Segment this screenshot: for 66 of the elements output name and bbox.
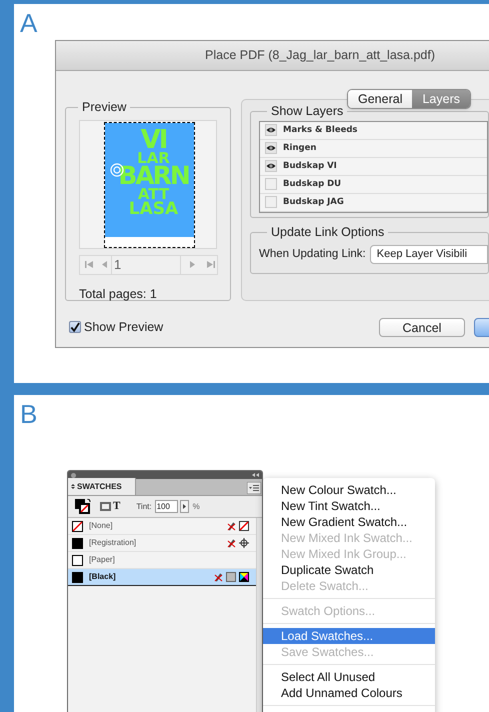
- tint-field[interactable]: 100: [154, 500, 178, 513]
- no-edit-icon: [214, 572, 223, 582]
- swatch-name: [Registration]: [89, 537, 136, 549]
- swatch-row[interactable]: [Paper]: [68, 552, 256, 569]
- none-swatch-icon: [72, 520, 83, 532]
- fill-stroke-icon[interactable]: [75, 498, 91, 514]
- close-icon[interactable]: [71, 472, 76, 478]
- window-title: Place PDF (8_Jag_lar_barn_att_lasa.pdf): [205, 47, 435, 64]
- layer-name: Budskap VI: [283, 160, 337, 173]
- artwork-text: BARN: [118, 164, 189, 187]
- layer-name: Ringen: [283, 142, 316, 155]
- menu-item[interactable]: New Colour Swatch...: [263, 482, 435, 498]
- swatch-chip: [72, 572, 83, 582]
- page-number-field[interactable]: 1: [111, 256, 181, 274]
- none-swatch-icon: [239, 521, 249, 531]
- layer-name: Budskap JAG: [283, 196, 344, 209]
- group-title: Preview: [81, 99, 128, 116]
- swatch-row[interactable]: [Black]: [68, 569, 256, 586]
- registration-icon: [239, 538, 249, 548]
- layer-name: Budskap DU: [283, 178, 342, 191]
- swatch-name: [Black]: [89, 571, 116, 583]
- text-format-icon[interactable]: T: [113, 498, 120, 515]
- no-edit-icon: [227, 522, 236, 530]
- swatch-row[interactable]: [None]: [68, 518, 256, 535]
- checkbox-label: Show Preview: [84, 318, 164, 336]
- panel-tab-title: SWATCHES: [77, 480, 122, 492]
- swatch-name: [Paper]: [89, 554, 115, 566]
- expand-icon: [71, 484, 75, 489]
- eye-icon[interactable]: [265, 160, 277, 172]
- artwork-text: ATT: [138, 186, 170, 201]
- swatch-chip: [72, 554, 83, 566]
- panel-tab[interactable]: SWATCHES: [68, 478, 136, 495]
- tab[interactable]: General: [348, 90, 412, 108]
- cancel-button[interactable]: Cancel: [379, 318, 465, 336]
- swatch-name: [None]: [89, 520, 113, 532]
- tint-stepper-icon[interactable]: [180, 500, 189, 513]
- artwork-text: LAR: [137, 150, 170, 165]
- percent-sign: %: [192, 500, 200, 512]
- cmyk-icon: [239, 572, 249, 582]
- artwork-text: LASA: [128, 200, 178, 217]
- panel-label: B: [20, 399, 38, 429]
- layer-name: Marks & Bleeds: [283, 124, 358, 137]
- checkbox[interactable]: [69, 321, 81, 333]
- group-title: Update Link Options: [270, 224, 386, 241]
- total-pages-text: Total pages: 1: [79, 286, 158, 303]
- eye-icon[interactable]: [265, 124, 277, 136]
- no-edit-icon: [227, 538, 236, 548]
- tint-label: Tint:: [136, 500, 152, 512]
- panel-menu-icon[interactable]: [247, 482, 261, 494]
- swatch-chip: [72, 538, 83, 548]
- link-option-dropdown[interactable]: Keep Layer Visibili: [370, 244, 488, 264]
- eye-icon[interactable]: [265, 142, 277, 154]
- menu-item[interactable]: Add Unnamed Colours: [263, 685, 435, 701]
- group-title: Show Layers: [270, 103, 344, 120]
- panel-label: A: [20, 8, 38, 38]
- artwork-text: VI: [140, 128, 166, 151]
- menu-item[interactable]: Select All Unused: [263, 669, 435, 685]
- menu-item[interactable]: New Tint Swatch...: [263, 498, 435, 514]
- container-icon[interactable]: [100, 502, 111, 511]
- menu-item[interactable]: Duplicate Swatch: [263, 562, 435, 578]
- menu-item[interactable]: Load Swatches...: [263, 628, 435, 644]
- field-label: When Updating Link:: [259, 246, 366, 262]
- process-colour-icon: [226, 572, 236, 582]
- menu-item[interactable]: New Gradient Swatch...: [263, 514, 435, 530]
- collapse-icon[interactable]: [252, 473, 259, 477]
- swatch-row[interactable]: [Registration]: [68, 535, 256, 552]
